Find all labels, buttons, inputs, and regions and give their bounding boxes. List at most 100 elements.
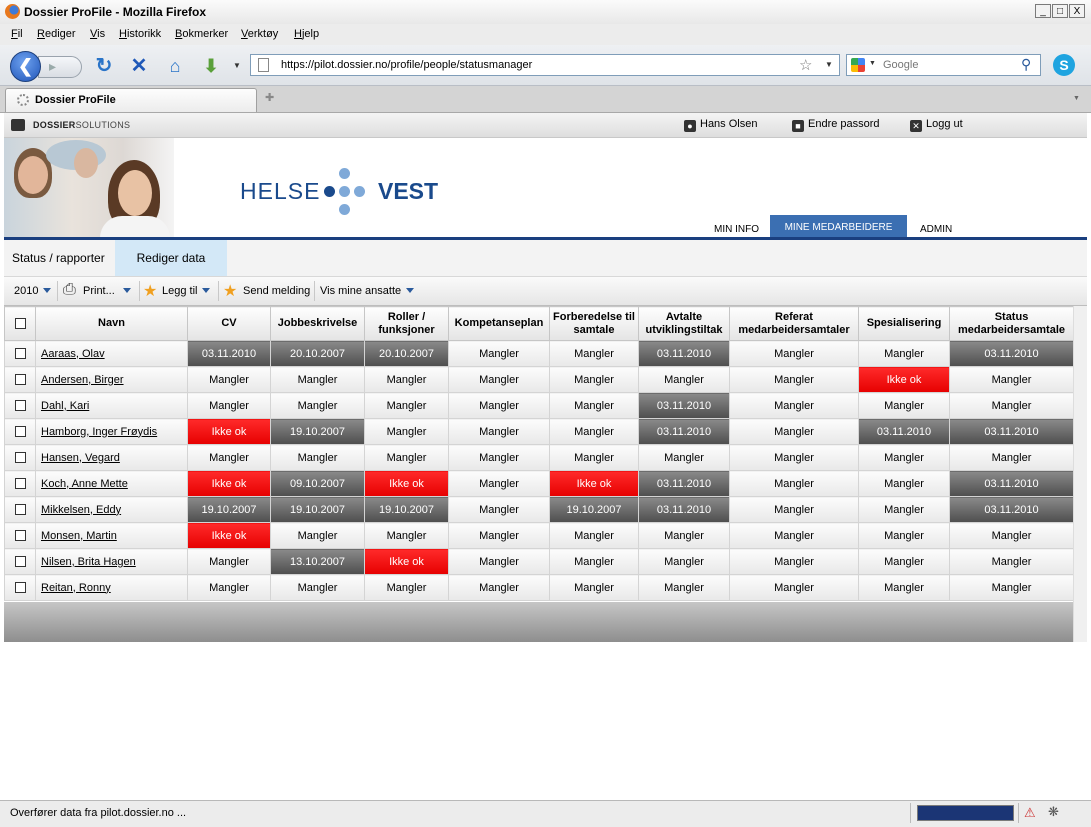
status-cell[interactable]: Mangler [187, 392, 271, 419]
status-cell[interactable]: Mangler [949, 444, 1074, 471]
status-cell[interactable]: Mangler [364, 418, 449, 445]
status-cell[interactable]: Ikke ok [364, 548, 449, 575]
browser-tab[interactable]: Dossier ProFile [5, 88, 257, 112]
status-cell[interactable]: Mangler [949, 392, 1074, 419]
status-cell[interactable]: 03.11.2010 [638, 470, 730, 497]
new-tab-icon[interactable]: ✚ [265, 91, 274, 104]
add-button[interactable]: Legg til [162, 285, 211, 297]
star-icon[interactable]: ☆ [799, 56, 812, 74]
menu-historikk[interactable]: Historikk [119, 28, 161, 40]
status-cell[interactable]: Mangler [858, 496, 950, 523]
status-cell[interactable]: Mangler [448, 548, 550, 575]
status-cell[interactable]: Mangler [187, 444, 271, 471]
employee-name-link[interactable]: Hamborg, Inger Frøydis [41, 426, 157, 438]
status-cell[interactable]: Mangler [270, 522, 365, 549]
status-cell[interactable]: Mangler [448, 392, 550, 419]
row-checkbox[interactable] [14, 348, 26, 360]
history-dropdown-icon[interactable]: ▼ [230, 54, 244, 78]
status-cell[interactable]: Mangler [549, 340, 639, 367]
status-cell[interactable]: Mangler [364, 522, 449, 549]
row-checkbox[interactable] [14, 556, 26, 568]
change-password-link[interactable]: ■ Endre passord [792, 118, 880, 132]
engine-dropdown-icon[interactable]: ▼ [869, 60, 876, 67]
status-cell[interactable]: Mangler [638, 366, 730, 393]
status-cell[interactable]: Mangler [858, 548, 950, 575]
nav-admin[interactable]: ADMIN [920, 217, 952, 239]
status-cell[interactable]: Mangler [448, 574, 550, 601]
maximize-button[interactable]: □ [1052, 4, 1068, 18]
status-cell[interactable]: Ikke ok [364, 470, 449, 497]
status-cell[interactable]: 03.11.2010 [187, 340, 271, 367]
user-link[interactable]: ● Hans Olsen [684, 118, 757, 132]
stop-icon[interactable]: ✕ [127, 54, 151, 78]
nav-mine-medarbeidere[interactable]: MINE MEDARBEIDERE [770, 215, 907, 237]
employee-name-link[interactable]: Nilsen, Brita Hagen [41, 556, 136, 568]
status-cell[interactable]: 03.11.2010 [638, 418, 730, 445]
column-header[interactable]: Forberedelse til samtale [549, 306, 639, 341]
column-header[interactable]: Spesialisering [858, 306, 950, 341]
close-button[interactable]: X [1069, 4, 1085, 18]
menu-vis[interactable]: Vis [90, 28, 105, 40]
status-cell[interactable]: Mangler [270, 392, 365, 419]
column-header[interactable]: Status medarbeidersamtale [949, 306, 1074, 341]
status-cell[interactable]: Mangler [549, 366, 639, 393]
table-scrollbar[interactable] [1073, 306, 1087, 642]
row-checkbox[interactable] [14, 426, 26, 438]
search-bar[interactable]: ▼ Google ⚲ [846, 54, 1041, 76]
status-cell[interactable]: Mangler [270, 366, 365, 393]
status-cell[interactable]: Mangler [858, 444, 950, 471]
url-bar[interactable]: https://pilot.dossier.no/profile/people/… [250, 54, 840, 76]
status-cell[interactable]: Mangler [448, 418, 550, 445]
status-cell[interactable]: Mangler [364, 366, 449, 393]
status-cell[interactable]: Mangler [549, 444, 639, 471]
send-message-button[interactable]: Send melding [243, 285, 310, 297]
status-cell[interactable]: 03.11.2010 [949, 418, 1074, 445]
reload-icon[interactable]: ↻ [92, 54, 116, 78]
status-cell[interactable]: Mangler [729, 366, 859, 393]
status-cell[interactable]: Ikke ok [187, 418, 271, 445]
row-checkbox[interactable] [14, 530, 26, 542]
status-cell[interactable]: Mangler [448, 522, 550, 549]
tab-list-icon[interactable]: ▼ [1073, 95, 1080, 102]
employee-name-link[interactable]: Hansen, Vegard [41, 452, 120, 464]
status-cell[interactable]: Mangler [549, 392, 639, 419]
status-cell[interactable]: Mangler [949, 548, 1074, 575]
forward-button[interactable]: ▸ [38, 56, 82, 78]
employee-name-link[interactable]: Andersen, Birger [41, 374, 124, 386]
status-cell[interactable]: Mangler [270, 444, 365, 471]
status-cell[interactable]: Mangler [858, 522, 950, 549]
download-icon[interactable]: ⬇ [199, 54, 223, 78]
menu-bokmerker[interactable]: Bokmerker [175, 28, 228, 40]
status-cell[interactable]: 20.10.2007 [364, 340, 449, 367]
status-cell[interactable]: Mangler [729, 548, 859, 575]
row-checkbox[interactable] [14, 582, 26, 594]
status-cell[interactable]: Ikke ok [187, 522, 271, 549]
status-cell[interactable]: Mangler [549, 522, 639, 549]
row-checkbox[interactable] [14, 374, 26, 386]
employee-name-link[interactable]: Reitan, Ronny [41, 582, 111, 594]
status-cell[interactable]: Mangler [638, 444, 730, 471]
status-cell[interactable]: 09.10.2007 [270, 470, 365, 497]
logout-link[interactable]: ✕ Logg ut [910, 118, 963, 132]
addon-icon[interactable]: ❋ [1048, 804, 1059, 820]
column-header[interactable]: Jobbeskrivelse [270, 306, 365, 341]
status-cell[interactable]: Mangler [364, 444, 449, 471]
column-header[interactable]: Referat medarbeidersamtaler [729, 306, 859, 341]
menu-fil[interactable]: Fil [11, 28, 23, 40]
row-checkbox[interactable] [14, 504, 26, 516]
print-button[interactable]: Print... [83, 285, 131, 297]
status-cell[interactable]: Mangler [638, 548, 730, 575]
skype-icon[interactable]: S [1053, 54, 1075, 76]
status-cell[interactable]: 19.10.2007 [364, 496, 449, 523]
status-cell[interactable]: Mangler [858, 470, 950, 497]
row-checkbox[interactable] [14, 478, 26, 490]
status-cell[interactable]: Mangler [549, 548, 639, 575]
status-cell[interactable]: Mangler [549, 574, 639, 601]
status-cell[interactable]: Mangler [638, 522, 730, 549]
status-cell[interactable]: Mangler [729, 496, 859, 523]
status-cell[interactable]: Mangler [858, 574, 950, 601]
column-header[interactable]: Roller / funksjoner [364, 306, 449, 341]
status-cell[interactable]: 19.10.2007 [270, 418, 365, 445]
status-cell[interactable]: Mangler [448, 366, 550, 393]
status-cell[interactable]: 19.10.2007 [187, 496, 271, 523]
